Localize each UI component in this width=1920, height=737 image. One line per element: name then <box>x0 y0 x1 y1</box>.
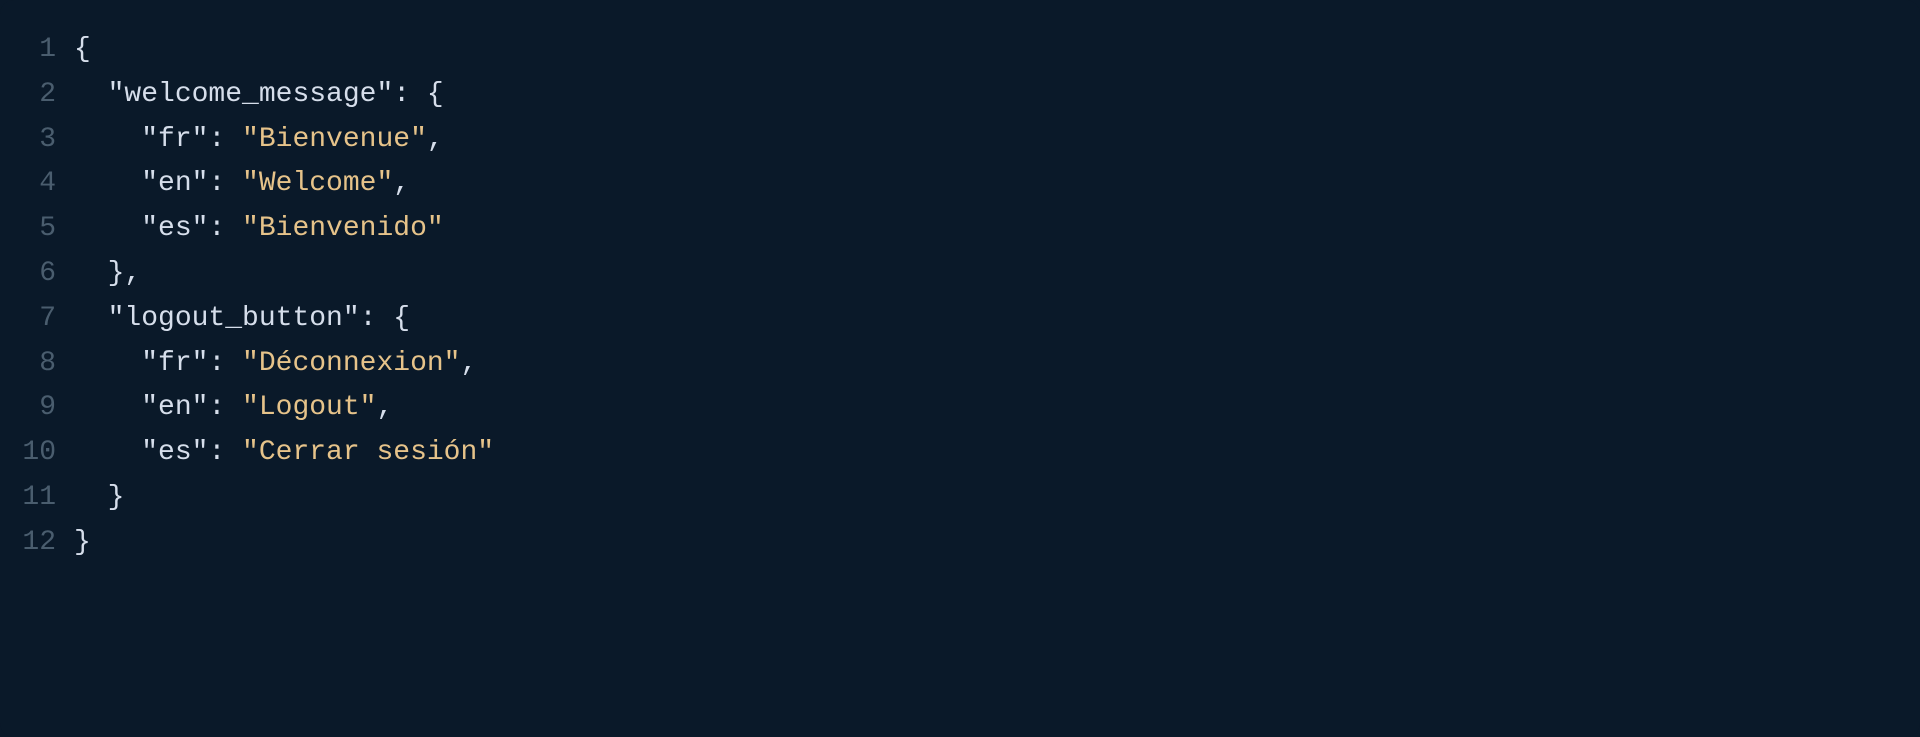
code-line: 8 "fr": "Déconnexion", <box>0 342 1920 387</box>
line-number: 9 <box>0 386 74 431</box>
line-number: 4 <box>0 162 74 207</box>
code-token: }, <box>108 258 142 289</box>
code-token: { <box>74 34 91 65</box>
code-token: , <box>393 168 410 199</box>
line-content: "es": "Bienvenido" <box>74 207 1920 252</box>
code-token <box>74 303 108 334</box>
line-content: "es": "Cerrar sesión" <box>74 431 1920 476</box>
code-token <box>74 392 141 423</box>
line-content: }, <box>74 252 1920 297</box>
code-token: "fr" <box>141 348 208 379</box>
code-token: "fr" <box>141 124 208 155</box>
code-line: 1{ <box>0 28 1920 73</box>
code-token: "Déconnexion" <box>242 348 460 379</box>
code-token <box>74 258 108 289</box>
code-token: "Bienvenue" <box>242 124 427 155</box>
code-token: : <box>208 124 242 155</box>
line-number: 8 <box>0 342 74 387</box>
line-content: } <box>74 521 1920 566</box>
code-token: "es" <box>141 437 208 468</box>
code-token: : { <box>360 303 410 334</box>
code-token: "Welcome" <box>242 168 393 199</box>
line-number: 2 <box>0 73 74 118</box>
line-number: 12 <box>0 521 74 566</box>
line-content: "fr": "Déconnexion", <box>74 342 1920 387</box>
line-number: 6 <box>0 252 74 297</box>
code-line: 3 "fr": "Bienvenue", <box>0 118 1920 163</box>
line-number: 5 <box>0 207 74 252</box>
code-token <box>74 79 108 110</box>
line-number: 1 <box>0 28 74 73</box>
code-token: : <box>208 437 242 468</box>
code-block: 1{2 "welcome_message": {3 "fr": "Bienven… <box>0 0 1920 737</box>
code-token: , <box>376 392 393 423</box>
code-line: 10 "es": "Cerrar sesión" <box>0 431 1920 476</box>
code-token: "en" <box>141 168 208 199</box>
code-token: "Bienvenido" <box>242 213 444 244</box>
code-token: "en" <box>141 392 208 423</box>
line-content: "en": "Welcome", <box>74 162 1920 207</box>
code-token: "Cerrar sesión" <box>242 437 494 468</box>
code-token: : { <box>393 79 443 110</box>
line-number: 3 <box>0 118 74 163</box>
line-content: "logout_button": { <box>74 297 1920 342</box>
code-token: } <box>108 482 125 513</box>
code-token: : <box>208 348 242 379</box>
code-token <box>74 348 141 379</box>
line-content: "en": "Logout", <box>74 386 1920 431</box>
line-content: "welcome_message": { <box>74 73 1920 118</box>
line-number: 10 <box>0 431 74 476</box>
code-token: "welcome_message" <box>108 79 394 110</box>
code-token <box>74 437 141 468</box>
line-content: "fr": "Bienvenue", <box>74 118 1920 163</box>
code-token: : <box>208 392 242 423</box>
code-token: "logout_button" <box>108 303 360 334</box>
code-line: 9 "en": "Logout", <box>0 386 1920 431</box>
code-token: : <box>208 213 242 244</box>
code-line: 4 "en": "Welcome", <box>0 162 1920 207</box>
code-token: "es" <box>141 213 208 244</box>
code-token: } <box>74 527 91 558</box>
code-token: , <box>427 124 444 155</box>
code-line: 12} <box>0 521 1920 566</box>
line-number: 11 <box>0 476 74 521</box>
code-line: 2 "welcome_message": { <box>0 73 1920 118</box>
code-token: : <box>208 168 242 199</box>
code-line: 5 "es": "Bienvenido" <box>0 207 1920 252</box>
line-number: 7 <box>0 297 74 342</box>
code-token <box>74 482 108 513</box>
code-token <box>74 124 141 155</box>
code-line: 7 "logout_button": { <box>0 297 1920 342</box>
line-content: { <box>74 28 1920 73</box>
code-line: 6 }, <box>0 252 1920 297</box>
code-token <box>74 213 141 244</box>
line-content: } <box>74 476 1920 521</box>
code-line: 11 } <box>0 476 1920 521</box>
code-token <box>74 168 141 199</box>
code-token: , <box>460 348 477 379</box>
code-token: "Logout" <box>242 392 376 423</box>
